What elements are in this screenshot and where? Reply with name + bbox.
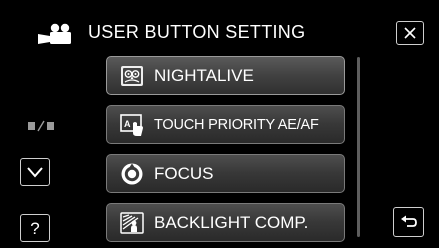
menu-item-touch-priority[interactable]: A TOUCH PRIORITY AE/AF	[106, 105, 345, 144]
page-indicator-icon	[28, 120, 54, 132]
chevron-down-icon	[27, 167, 43, 178]
focus-icon	[121, 163, 143, 184]
menu-item-label: BACKLIGHT COMP.	[154, 212, 309, 232]
menu-item-label: NIGHTALIVE	[154, 65, 254, 85]
menu-item-nightalive[interactable]: NIGHTALIVE	[106, 56, 345, 95]
close-button[interactable]	[396, 21, 424, 45]
touch-priority-icon: A	[120, 113, 143, 136]
close-x-icon	[404, 27, 416, 39]
menu-item-label: FOCUS	[154, 163, 214, 183]
return-icon	[400, 215, 417, 227]
help-button[interactable]: ?	[20, 214, 50, 242]
scrollbar[interactable]	[357, 57, 360, 237]
menu-item-focus[interactable]: FOCUS	[106, 154, 345, 193]
back-button[interactable]	[393, 207, 424, 237]
backlight-icon	[120, 211, 144, 234]
movie-camera-icon	[38, 23, 71, 44]
page-title: USER BUTTON SETTING	[88, 22, 306, 42]
svg-text:A: A	[124, 119, 131, 129]
menu-item-backlight-comp[interactable]: BACKLIGHT COMP.	[106, 203, 345, 242]
help-label: ?	[30, 218, 40, 238]
menu-item-label: TOUCH PRIORITY AE/AF	[154, 116, 319, 133]
owl-night-icon	[121, 65, 143, 86]
scroll-down-button[interactable]	[20, 158, 50, 186]
